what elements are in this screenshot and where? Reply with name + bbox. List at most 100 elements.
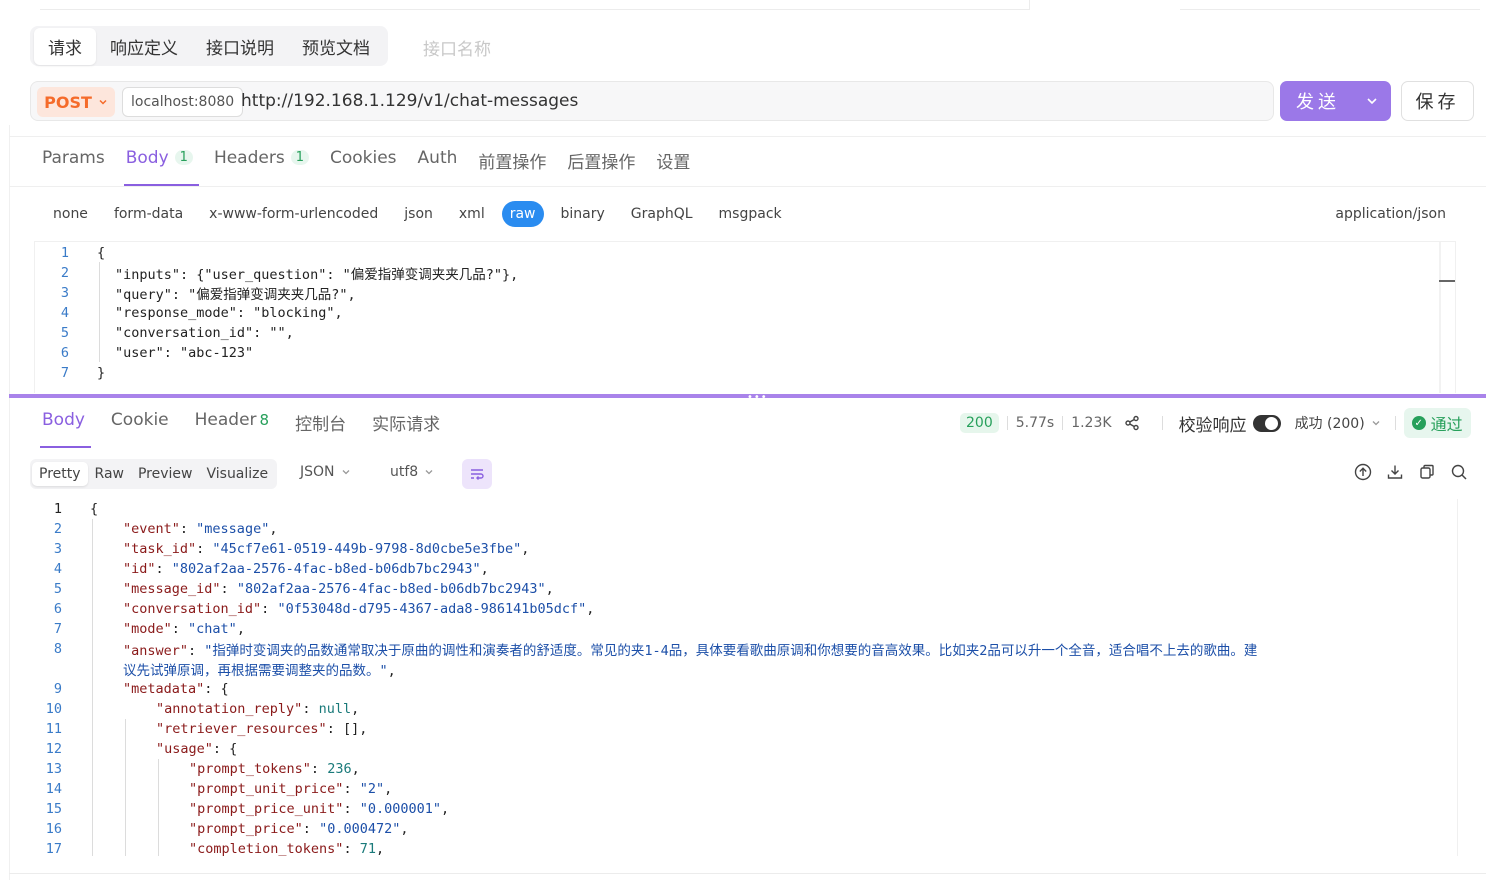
body-type-binary[interactable]: binary (548, 201, 618, 227)
token: : (155, 561, 172, 577)
line-number: 17 (45, 841, 62, 856)
body-type-xml[interactable]: xml (446, 201, 498, 227)
tab-settings[interactable]: 设置 (656, 148, 690, 186)
result-select[interactable]: 成功 (200) (1295, 413, 1381, 433)
token: , (440, 801, 450, 817)
validate-response-toggle[interactable] (1252, 414, 1281, 432)
pass-badge: ✓ 通过 (1403, 408, 1471, 438)
code-text: "query": "偏爱指弹变调夹夹几品?", (115, 287, 356, 303)
body-type-raw[interactable]: raw (501, 201, 544, 227)
view-preview[interactable]: Preview (131, 462, 200, 486)
response-time: 5.77s (1015, 415, 1055, 431)
tab-headers[interactable]: Headers 1 (214, 148, 309, 186)
token: "event" (123, 521, 180, 537)
code-line: 9 "metadata": { (34, 679, 229, 699)
copy-icon[interactable] (1418, 463, 1436, 481)
code-text: { (97, 245, 106, 261)
line-number: 16 (45, 821, 62, 837)
code-text: "prompt_price": "0.000472", (189, 821, 408, 837)
response-body-viewer[interactable]: 1{2 "event": "message", 3 "task_id": "45cf7… (34, 499, 1458, 856)
header-count: 8 (259, 411, 270, 429)
content-type-select[interactable]: application/json (1335, 206, 1446, 222)
body-type-json[interactable]: json (391, 201, 446, 227)
code-text: "usage": { (156, 741, 237, 757)
tab-response-cookie[interactable]: Cookie (111, 410, 169, 448)
token: , (375, 841, 385, 856)
body-type-graphql[interactable]: GraphQL (618, 201, 706, 227)
token: , (545, 581, 554, 597)
separator (1394, 416, 1396, 430)
save-button[interactable]: 保存 (1401, 81, 1474, 121)
result-select-label: 成功 (200) (1294, 416, 1365, 432)
chevron-down-icon (342, 470, 349, 475)
view-pretty[interactable]: Pretty (32, 462, 88, 486)
scrollbar[interactable] (1457, 499, 1458, 856)
body-type-selector: none form-data x-www-form-urlencoded jso… (40, 201, 795, 227)
token: : (196, 541, 213, 557)
body-type-msgpack[interactable]: msgpack (706, 201, 795, 227)
body-type-none[interactable]: none (40, 201, 101, 227)
wrap-lines-button[interactable] (462, 459, 492, 489)
interface-name-input[interactable]: 接口名称 (423, 35, 491, 60)
divider-line (9, 136, 1486, 137)
method-select[interactable]: POST (37, 87, 115, 117)
search-icon[interactable] (1450, 463, 1468, 481)
view-raw[interactable]: Raw (88, 462, 131, 486)
token: null (318, 701, 352, 717)
token: "message_id" (123, 581, 221, 597)
view-mode-selector: Pretty Raw Preview Visualize (30, 459, 278, 489)
tab-auth[interactable]: Auth (418, 148, 458, 186)
token: { (90, 501, 99, 517)
body-type-form-data[interactable]: form-data (101, 201, 196, 227)
tab-response-header[interactable]: Header 8 (195, 410, 269, 448)
line-number: 3 (60, 285, 69, 301)
tab-label: Params (42, 148, 105, 168)
separator (1006, 416, 1008, 430)
tab-post-processors[interactable]: 后置操作 (567, 148, 635, 186)
validate-response-label: 校验响应 (1178, 415, 1247, 436)
body-type-urlencoded[interactable]: x-www-form-urlencoded (196, 201, 391, 227)
token: "prompt_price" (189, 821, 303, 837)
tab-response-body[interactable]: Body (40, 410, 91, 448)
code-text: "prompt_price_unit": "0.000001", (189, 801, 449, 817)
code-line: 5 "conversation_id": "", (35, 323, 294, 343)
upload-icon[interactable] (1354, 463, 1372, 481)
tab-cookies[interactable]: Cookies (330, 148, 397, 186)
code-line: 14 "prompt_unit_price": "2", (34, 779, 393, 799)
tab-pre-processors[interactable]: 前置操作 (478, 148, 546, 186)
tab-interface-description[interactable]: 接口说明 (192, 28, 288, 65)
share-icon[interactable] (1124, 415, 1140, 431)
tab-console[interactable]: 控制台 (295, 410, 346, 448)
line-number: 11 (45, 721, 62, 737)
line-number: 2 (60, 265, 69, 281)
tab-preview-doc[interactable]: 预览文档 (288, 28, 384, 65)
tab-actual-request[interactable]: 实际请求 (372, 410, 440, 448)
scrollbar-thumb[interactable] (1439, 280, 1455, 282)
format-select[interactable]: JSON (300, 464, 351, 480)
response-toolbar (1354, 463, 1468, 481)
format-select-label: JSON (300, 464, 335, 480)
token: "usage" (156, 741, 213, 757)
token: 议先试弹原调，再根据需要调整夹的品数。" (123, 663, 388, 679)
chevron-down-icon[interactable] (1365, 94, 1379, 108)
code-line: 13 "prompt_tokens": 236, (34, 759, 360, 779)
tab-params[interactable]: Params (42, 148, 105, 186)
environment-chip[interactable]: localhost:8080 (122, 87, 244, 117)
url-input[interactable]: http://192.168.1.129/v1/chat-messages (241, 91, 578, 111)
view-visualize[interactable]: Visualize (199, 462, 275, 486)
tab-body[interactable]: Body 1 (123, 148, 200, 186)
send-button[interactable]: 发送 (1280, 81, 1391, 121)
tab-label: Auth (417, 148, 458, 168)
token: "0f53048d-d795-4367-ada8-986141b05dcf" (277, 601, 587, 617)
encoding-select[interactable]: utf8 (390, 464, 434, 480)
divider-line (9, 186, 1486, 187)
resize-handle[interactable]: ••• (9, 392, 1486, 403)
request-body-editor[interactable]: 1{2 "inputs": {"user_question": "偏爱指弹变调夹夹… (34, 241, 1456, 393)
token: "prompt_price_unit" (189, 801, 344, 817)
tab-request[interactable]: 请求 (34, 27, 96, 65)
tab-label: Header (194, 410, 257, 430)
line-number: 5 (53, 581, 62, 597)
scrollbar[interactable] (1439, 242, 1441, 393)
download-icon[interactable] (1386, 463, 1404, 481)
tab-response-definition[interactable]: 响应定义 (96, 28, 192, 65)
